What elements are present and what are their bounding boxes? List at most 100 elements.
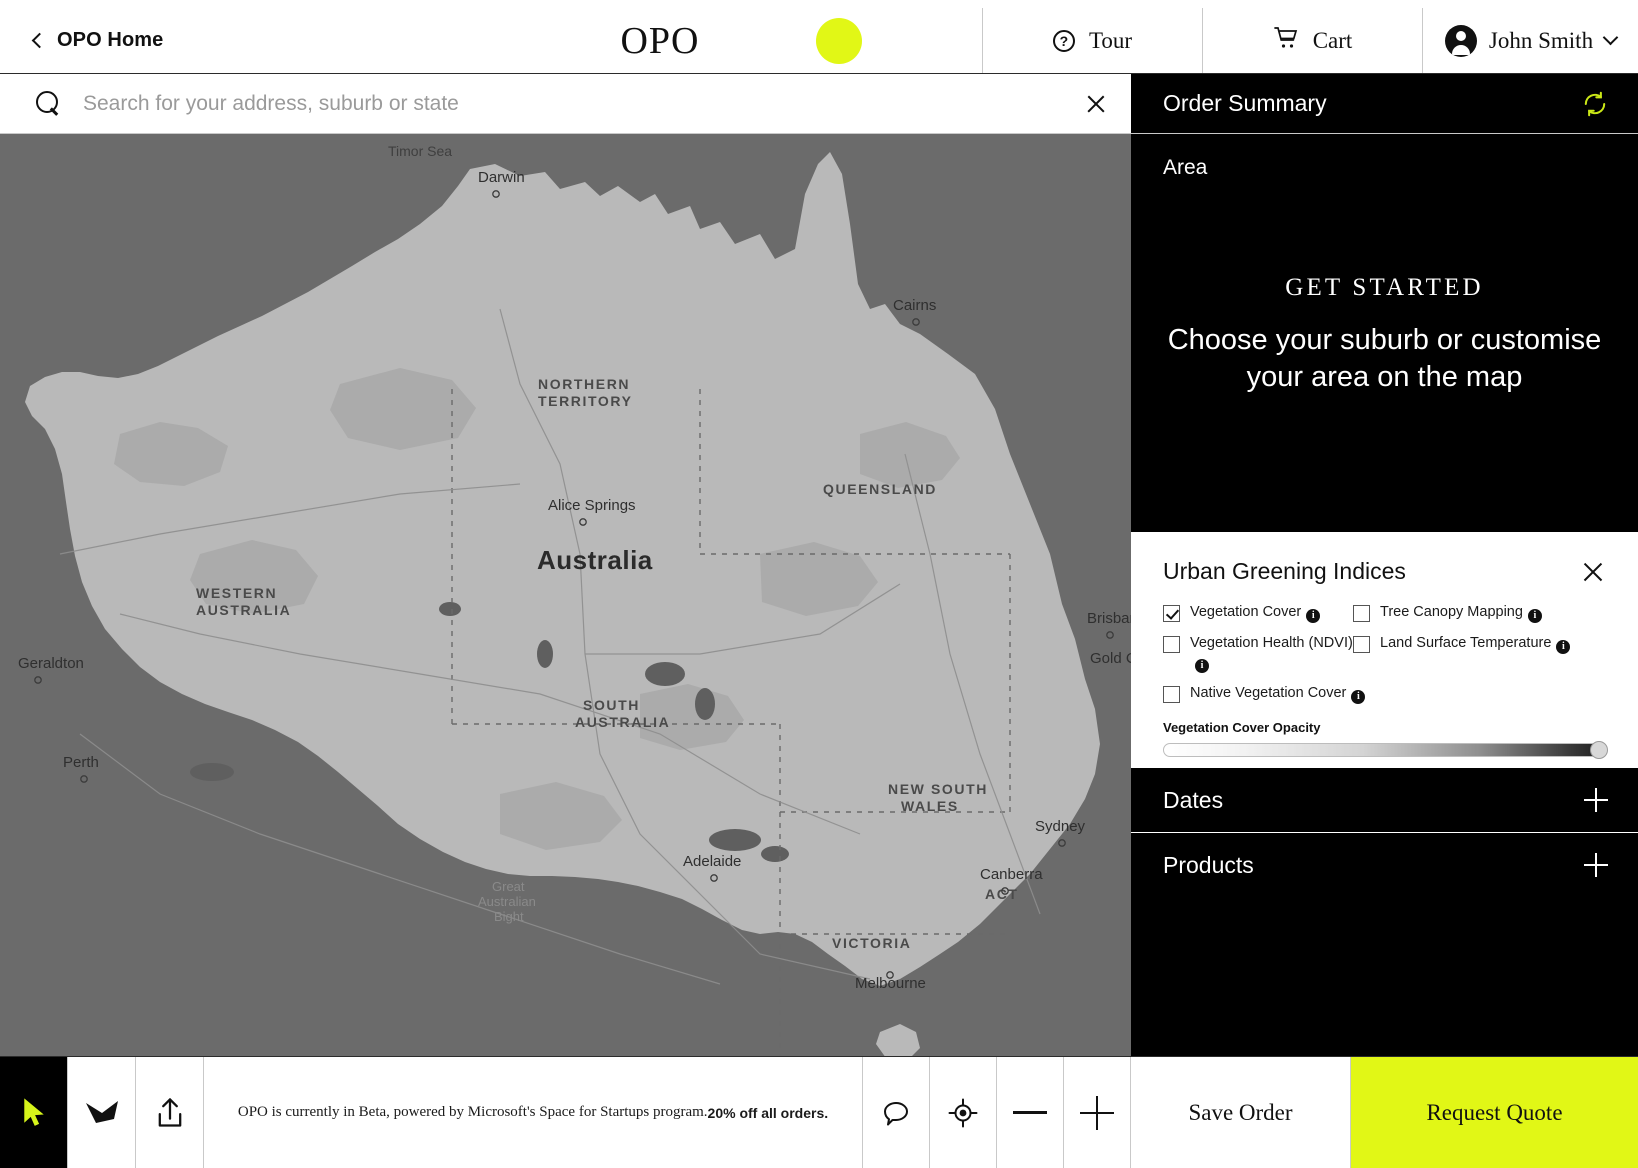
crosshair-icon [948, 1098, 978, 1127]
user-avatar-icon [1444, 24, 1477, 57]
request-quote-button[interactable]: Request Quote [1351, 1057, 1638, 1168]
map-label-nsw-2: WALES [901, 798, 959, 814]
order-summary-title: Order Summary [1163, 90, 1327, 116]
opacity-slider[interactable] [1163, 740, 1608, 759]
polygon-icon [85, 1100, 118, 1123]
plus-icon[interactable] [1584, 788, 1608, 812]
opo-logo: OPO [620, 19, 700, 62]
feedback-button[interactable] [863, 1057, 930, 1168]
map-label-gold-coast: Gold Coast [1090, 650, 1131, 667]
search-input[interactable] [83, 91, 1061, 116]
polygon-tool-button[interactable] [68, 1057, 136, 1168]
tour-label: Tour [1088, 27, 1133, 53]
opacity-label: Vegetation Cover Opacity [1163, 719, 1321, 735]
map-canvas[interactable]: Timor Sea Darwin Cairns NORTHERN TERRITO… [0, 134, 1131, 1056]
cart-label: Cart [1312, 27, 1353, 53]
upload-icon [158, 1097, 181, 1127]
info-icon[interactable]: i [1351, 689, 1366, 704]
topbar-spacer [760, 8, 982, 73]
get-started-headline: Choose your suburb or customise your are… [1167, 324, 1602, 394]
shopping-cart-icon [1273, 25, 1299, 57]
map-label-nsw-1: NEW SOUTH [888, 781, 988, 797]
accent-dot-indicator[interactable] [816, 17, 862, 64]
zoom-out-button[interactable] [997, 1057, 1064, 1168]
checkbox-box[interactable] [1163, 605, 1180, 622]
clear-search-button[interactable] [1061, 74, 1131, 134]
user-name-label: John Smith [1488, 27, 1594, 53]
map-label-victoria: VICTORIA [832, 935, 911, 951]
close-icon [1085, 93, 1107, 115]
info-icon[interactable]: i [1195, 658, 1209, 673]
opo-home-link[interactable]: OPO Home [0, 8, 560, 73]
plus-icon[interactable] [1584, 853, 1608, 877]
chevron-down-icon [1602, 29, 1619, 46]
get-started-kicker: GET STARTED [1285, 274, 1484, 301]
checkbox-box[interactable] [1163, 636, 1180, 653]
map-label-wa-1: WESTERN [196, 585, 277, 601]
checkbox-land-surface-temperature[interactable]: Land Surface Temperature i [1353, 634, 1606, 673]
minus-icon [1013, 1111, 1047, 1114]
refresh-icon[interactable] [1582, 91, 1608, 117]
beta-banner-discount: 20% off all orders. [707, 1104, 829, 1121]
checkbox-label: Native Vegetation Cover i [1190, 684, 1366, 704]
checkbox-box[interactable] [1163, 685, 1180, 703]
order-summary-header: Order Summary [1131, 74, 1638, 134]
map-label-alice-springs: Alice Springs [548, 497, 636, 514]
close-icon[interactable] [1580, 559, 1606, 585]
urban-greening-title: Urban Greening Indices [1163, 558, 1406, 584]
order-summary-panel: Order Summary Area GET STARTED Choose yo… [1131, 74, 1638, 1056]
urban-greening-header: Urban Greening Indices [1163, 558, 1606, 585]
index-checkbox-grid: Vegetation Cover i Tree Canopy Mapping i V… [1163, 603, 1606, 704]
map-label-canberra: Canberra [980, 866, 1043, 883]
cursor-arrow-icon [23, 1097, 44, 1126]
section-label: Products [1163, 851, 1254, 878]
top-navigation-bar: OPO Home OPO ? Tour Cart John Smith [0, 8, 1638, 74]
select-tool-button[interactable] [0, 1057, 68, 1168]
area-label: Area [1163, 156, 1208, 179]
map-label-bight-1: Great [492, 879, 525, 894]
speech-bubble-icon [884, 1101, 908, 1125]
slider-track[interactable] [1163, 742, 1606, 757]
user-menu[interactable]: John Smith [1422, 8, 1638, 73]
upload-tool-button[interactable] [136, 1057, 204, 1168]
map-label-sa-2: AUSTRALIA [575, 714, 670, 730]
question-circle-icon: ? [1052, 29, 1075, 52]
map-label-darwin: Darwin [478, 169, 525, 186]
map-label-timor-sea: Timor Sea [388, 143, 452, 159]
checkbox-native-vegetation-cover[interactable]: Native Vegetation Cover i [1163, 684, 1606, 704]
locate-button[interactable] [930, 1057, 997, 1168]
bottom-toolbar: OPO is currently in Beta, powered by Mic… [0, 1056, 1638, 1168]
checkbox-tree-canopy-mapping[interactable]: Tree Canopy Mapping i [1353, 603, 1606, 623]
map-label-australia: Australia [537, 545, 653, 575]
map-label-wa-2: AUSTRALIA [196, 602, 291, 618]
search-icon [36, 91, 61, 116]
checkbox-label: Vegetation Cover i [1190, 603, 1321, 623]
map-label-perth: Perth [63, 754, 99, 771]
tour-button[interactable]: ? Tour [982, 8, 1202, 73]
map-label-nt-2: TERRITORY [538, 393, 633, 409]
map-label-nt-1: NORTHERN [538, 376, 630, 392]
checkbox-label: Land Surface Temperature i [1380, 634, 1571, 654]
checkbox-vegetation-cover[interactable]: Vegetation Cover i [1163, 603, 1353, 623]
section-products[interactable]: Products [1131, 832, 1638, 897]
slider-thumb[interactable] [1590, 740, 1608, 759]
info-icon[interactable]: i [1556, 640, 1571, 654]
map-label-geraldton: Geraldton [18, 655, 84, 672]
map-label-brisbane: Brisbane [1087, 610, 1131, 627]
save-order-button[interactable]: Save Order [1131, 1057, 1351, 1168]
chevron-left-icon [31, 32, 48, 48]
zoom-in-button[interactable] [1064, 1057, 1131, 1168]
app-root: OPO Home OPO ? Tour Cart John Smith Sear… [0, 0, 1638, 1168]
urban-greening-indices-panel: Urban Greening Indices Vegetation Cover i… [1131, 532, 1638, 767]
cart-button[interactable]: Cart [1202, 8, 1422, 73]
section-dates[interactable]: Dates [1131, 767, 1638, 832]
map-label-act: ACT [985, 886, 1019, 902]
map-graphic: Timor Sea Darwin Cairns NORTHERN TERRITO… [0, 134, 1131, 1056]
info-icon[interactable]: i [1306, 609, 1321, 623]
opo-home-label: OPO Home [57, 29, 164, 51]
map-label-sydney: Sydney [1035, 818, 1086, 835]
info-icon[interactable]: i [1527, 609, 1542, 623]
checkbox-box[interactable] [1353, 605, 1370, 622]
checkbox-vegetation-health-ndvi[interactable]: Vegetation Health (NDVI)i [1163, 634, 1353, 673]
checkbox-box[interactable] [1353, 636, 1370, 653]
